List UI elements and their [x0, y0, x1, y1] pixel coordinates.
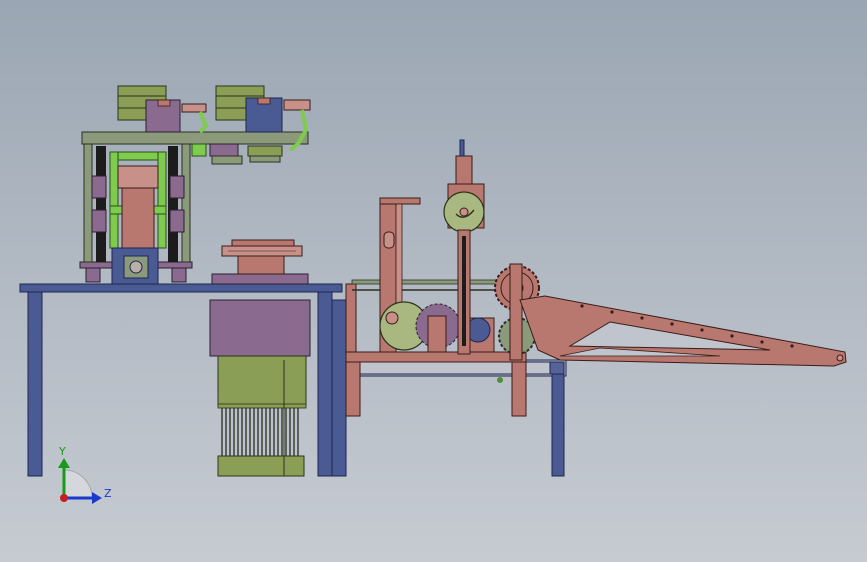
cad-model-view[interactable]: Y Z: [0, 0, 867, 562]
z-axis-label: Z: [104, 487, 112, 500]
cutting-mechanism: [345, 139, 847, 383]
coordinate-triad: Y Z: [58, 445, 112, 504]
cad-viewport[interactable]: Y Z: [0, 0, 867, 562]
triad-quarter-arc: [63, 469, 93, 499]
triad-origin: [60, 494, 68, 502]
drive-motor: [209, 299, 311, 477]
z-axis-arrow: [92, 492, 102, 504]
y-axis-arrow: [58, 458, 70, 468]
y-axis-label: Y: [58, 445, 66, 458]
turntable: [211, 239, 309, 285]
right-table: [345, 359, 567, 477]
